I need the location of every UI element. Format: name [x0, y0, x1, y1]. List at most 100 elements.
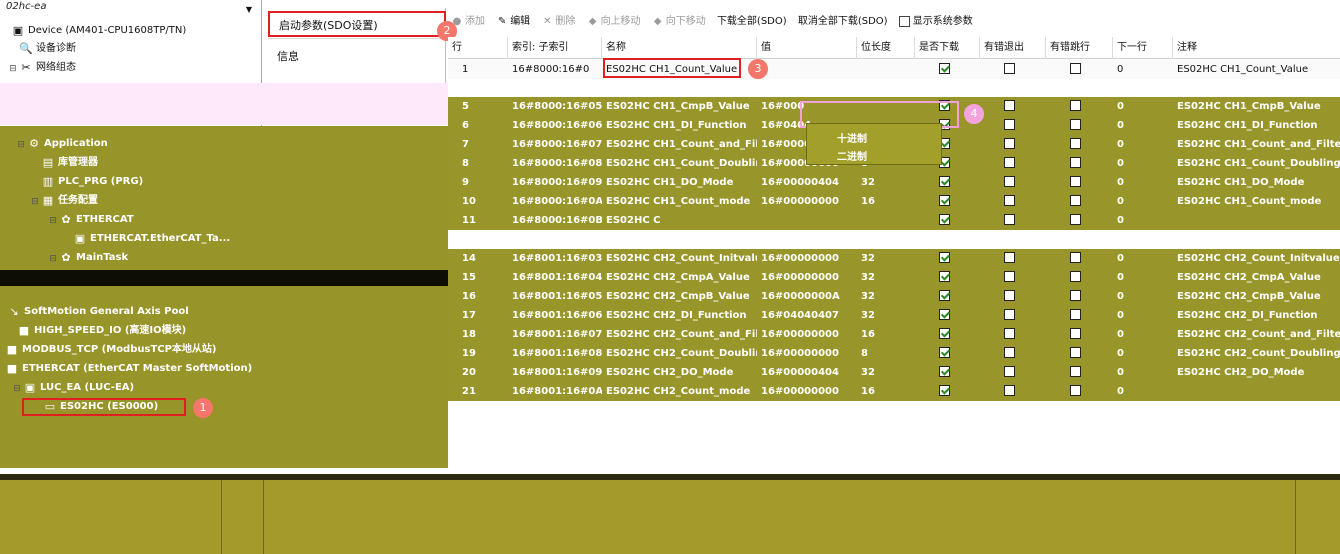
jump-on-error-cell[interactable]	[1046, 268, 1113, 287]
download-cell[interactable]	[915, 249, 980, 268]
checkbox[interactable]	[1004, 118, 1015, 130]
checkbox[interactable]	[1004, 175, 1015, 187]
col-header-jump-on-error[interactable]: 有错跳行	[1046, 37, 1113, 59]
checkbox[interactable]	[1004, 62, 1015, 74]
tree-item-plc-prg[interactable]: ▥ PLC_PRG (PRG)	[0, 173, 262, 191]
jump-on-error-cell[interactable]	[1046, 211, 1113, 230]
download-cell[interactable]	[915, 211, 980, 230]
col-header-bit-length[interactable]: 位长度	[857, 37, 915, 59]
move-up-button[interactable]: ◆ 向上移动	[587, 9, 641, 35]
table-row[interactable]: 17 16#8001:16#06 ES02HC CH2_DI_Function 16#…	[448, 306, 1340, 325]
download-cell[interactable]	[915, 268, 980, 287]
jump-on-error-cell[interactable]	[1046, 173, 1113, 192]
add-button[interactable]: ● 添加	[451, 9, 485, 35]
checkbox[interactable]	[1004, 327, 1015, 339]
exit-on-error-cell[interactable]	[980, 192, 1046, 211]
jump-on-error-cell[interactable]	[1046, 363, 1113, 382]
checkbox[interactable]	[1070, 213, 1081, 225]
checkbox[interactable]	[1070, 251, 1081, 263]
checkbox[interactable]	[939, 327, 950, 339]
exit-on-error-cell[interactable]	[980, 344, 1046, 363]
tree-item-ethercat-call[interactable]: ▣ ETHERCAT.EtherCAT_Ta...	[0, 230, 262, 248]
exit-on-error-cell[interactable]	[980, 154, 1046, 173]
checkbox[interactable]	[939, 270, 950, 282]
col-header-exit-on-error[interactable]: 有错退出	[980, 37, 1046, 59]
menu-item-decimal[interactable]: 十进制	[837, 130, 867, 145]
jump-on-error-cell[interactable]	[1046, 382, 1113, 401]
col-header-name[interactable]: 名称	[602, 37, 757, 59]
jump-on-error-cell[interactable]	[1046, 325, 1113, 344]
table-row[interactable]: 15 16#8001:16#04 ES02HC CH2_CmpA_Value 16#0…	[448, 268, 1340, 287]
menu-item-binary[interactable]: 二进制	[837, 148, 867, 163]
col-header-index[interactable]: 索引: 子索引	[508, 37, 602, 59]
tree-item-modbus[interactable]: ■ MODBUS_TCP (ModbusTCP本地从站)	[0, 341, 262, 359]
exit-on-error-cell[interactable]	[980, 211, 1046, 230]
download-cell[interactable]	[915, 363, 980, 382]
checkbox[interactable]	[1004, 251, 1015, 263]
exit-on-error-cell[interactable]	[980, 97, 1046, 116]
table-row[interactable]: 19 16#8001:16#08 ES02HC CH2_Count_Doubling…	[448, 344, 1340, 363]
tree-item-luc-ea[interactable]: ⊟ ▣ LUC_EA (LUC-EA)	[0, 379, 262, 397]
jump-on-error-cell[interactable]	[1046, 97, 1113, 116]
exit-on-error-cell[interactable]	[980, 135, 1046, 154]
table-row[interactable]: 1 16#8000:16#0 ES02HC CH1_Count_Value 0 ES02…	[448, 60, 1340, 79]
exit-on-error-cell[interactable]	[980, 116, 1046, 135]
jump-on-error-cell[interactable]	[1046, 116, 1113, 135]
tree-item-task-config[interactable]: ⊟ ▦ 任务配置	[0, 192, 262, 210]
checkbox[interactable]	[1070, 62, 1081, 74]
download-cell[interactable]	[915, 192, 980, 211]
table-row[interactable]: 16 16#8001:16#05 ES02HC CH2_CmpB_Value 16#0…	[448, 287, 1340, 306]
checkbox[interactable]	[939, 346, 950, 358]
download-cell[interactable]	[915, 306, 980, 325]
jump-on-error-cell[interactable]	[1046, 135, 1113, 154]
show-system-params-toggle[interactable]: 显示系统参数	[898, 9, 973, 35]
jump-on-error-cell[interactable]	[1046, 192, 1113, 211]
jump-on-error-cell[interactable]	[1046, 60, 1113, 79]
show-system-params-checkbox[interactable]	[898, 15, 910, 27]
checkbox[interactable]	[939, 308, 950, 320]
checkbox[interactable]	[1070, 327, 1081, 339]
jump-on-error-cell[interactable]	[1046, 287, 1113, 306]
exit-on-error-cell[interactable]	[980, 249, 1046, 268]
tree-item-axis-pool[interactable]: ↘ SoftMotion General Axis Pool	[0, 303, 262, 321]
tree-item-diagnostic[interactable]: 🔍 设备诊断	[0, 40, 262, 58]
download-cell[interactable]	[915, 60, 980, 79]
exit-on-error-cell[interactable]	[980, 173, 1046, 192]
exit-on-error-cell[interactable]	[980, 268, 1046, 287]
jump-on-error-cell[interactable]	[1046, 154, 1113, 173]
tree-item-application[interactable]: ⊟ ⚙ Application	[0, 135, 262, 153]
download-cell[interactable]	[915, 287, 980, 306]
download-cell[interactable]	[915, 344, 980, 363]
checkbox[interactable]	[1070, 99, 1081, 111]
checkbox[interactable]	[1004, 270, 1015, 282]
exit-on-error-cell[interactable]	[980, 363, 1046, 382]
col-header-comment[interactable]: 注释	[1173, 37, 1340, 59]
delete-button[interactable]: ✕ 删除	[541, 9, 575, 35]
exit-on-error-cell[interactable]	[980, 60, 1046, 79]
checkbox[interactable]	[1070, 384, 1081, 396]
checkbox[interactable]	[1004, 308, 1015, 320]
checkbox[interactable]	[1070, 156, 1081, 168]
checkbox[interactable]	[1070, 346, 1081, 358]
checkbox[interactable]	[1004, 365, 1015, 377]
download-cell[interactable]	[915, 325, 980, 344]
table-row[interactable]: 20 16#8001:16#09 ES02HC CH2_DO_Mode 16#0000…	[448, 363, 1340, 382]
checkbox[interactable]	[1070, 175, 1081, 187]
checkbox[interactable]	[1004, 213, 1015, 225]
tree-item-high-speed-io[interactable]: ■ HIGH_SPEED_IO (高速IO模块)	[0, 322, 262, 340]
exit-on-error-cell[interactable]	[980, 287, 1046, 306]
tab-startup-params[interactable]: 启动参数(SDO设置)	[268, 11, 446, 37]
expand-icon[interactable]: ⊟	[8, 60, 18, 78]
checkbox[interactable]	[1004, 289, 1015, 301]
tree-item-ethercat-task[interactable]: ⊟ ✿ ETHERCAT	[0, 211, 262, 229]
jump-on-error-cell[interactable]	[1046, 249, 1113, 268]
col-header-next-line[interactable]: 下一行	[1113, 37, 1173, 59]
checkbox[interactable]	[1004, 137, 1015, 149]
checkbox[interactable]	[939, 384, 950, 396]
download-cell[interactable]	[915, 382, 980, 401]
checkbox[interactable]	[939, 251, 950, 263]
checkbox[interactable]	[939, 289, 950, 301]
col-header-download[interactable]: 是否下载	[915, 37, 980, 59]
checkbox[interactable]	[939, 213, 950, 225]
checkbox[interactable]	[1070, 365, 1081, 377]
